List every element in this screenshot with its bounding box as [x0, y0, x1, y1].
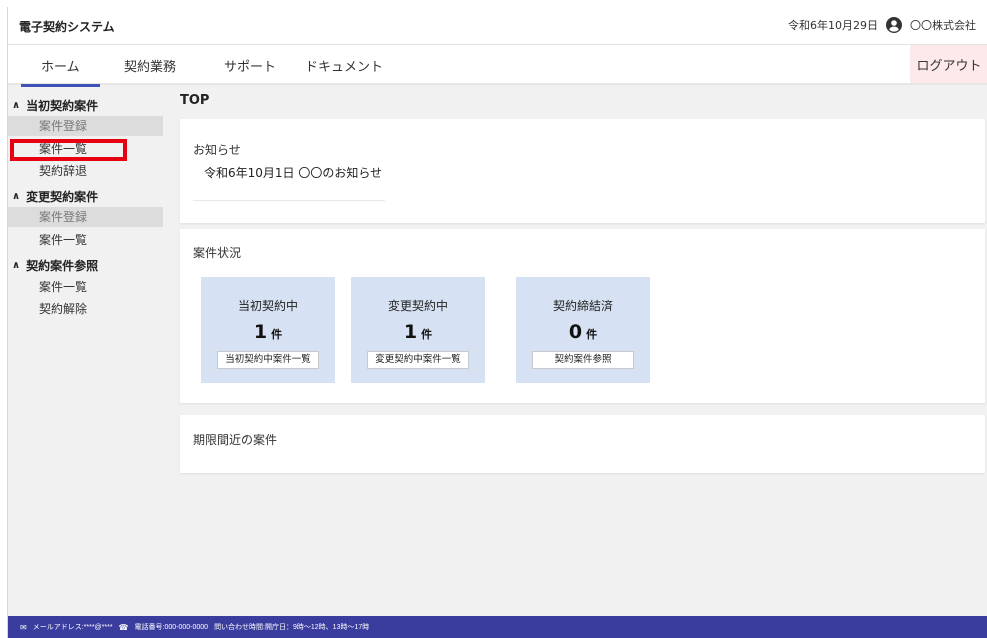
- contract-reference-button[interactable]: 契約案件参照: [532, 351, 634, 369]
- app-title: 電子契約システム: [19, 20, 115, 34]
- top-header: 電子契約システム 令和6年10月29日 〇〇株式会社: [8, 7, 987, 45]
- count-unit: 件: [421, 328, 433, 341]
- count-value: 1: [403, 321, 418, 343]
- status-box-change: 変更契約中 1件 変更契約中案件一覧: [351, 277, 485, 383]
- sidebar-group-reference[interactable]: ∧ 契約案件参照: [12, 257, 98, 274]
- notice-card: お知らせ 令和6年10月1日 〇〇のお知らせ: [180, 119, 985, 223]
- status-box-initial: 当初契約中 1件 当初契約中案件一覧: [201, 277, 335, 383]
- app-window: 電子契約システム 令和6年10月29日 〇〇株式会社 ホーム 契約業務 サポート…: [7, 7, 987, 638]
- status-label: 当初契約中: [237, 299, 298, 313]
- status-count: 1件: [201, 321, 335, 343]
- tab-home[interactable]: ホーム: [21, 56, 100, 87]
- footer-email: メールアドレス:****@****: [32, 624, 113, 631]
- deadline-card: 期限間近の案件: [180, 415, 985, 473]
- page-title: TOP: [180, 93, 210, 108]
- sidebar-group-label: 契約案件参照: [26, 259, 99, 273]
- sidebar: ∧ 当初契約案件 案件登録 案件一覧 契約辞退 ∧ 変更契約案件 案件登録 案件…: [8, 87, 163, 618]
- current-date: 令和6年10月29日: [788, 19, 878, 32]
- sidebar-item-initial-decline[interactable]: 契約辞退: [8, 161, 163, 181]
- main-nav: ホーム 契約業務 サポート ドキュメント ログアウト: [8, 45, 987, 87]
- chevron-up-icon: ∧: [12, 260, 21, 271]
- logout-button[interactable]: ログアウト: [910, 45, 987, 83]
- count-value: 0: [568, 321, 583, 343]
- notice-title: お知らせ: [193, 143, 241, 157]
- status-box-concluded: 契約締結済 0件 契約案件参照: [516, 277, 650, 383]
- deadline-title: 期限間近の案件: [193, 433, 278, 447]
- sidebar-item-reference-list[interactable]: 案件一覧: [8, 277, 163, 297]
- chevron-up-icon: ∧: [12, 191, 21, 202]
- tab-documents[interactable]: ドキュメント: [305, 56, 383, 75]
- status-card: 案件状況 当初契約中 1件 当初契約中案件一覧 変更契約中 1件 変更契約中案件…: [180, 229, 985, 403]
- footer: ✉ メールアドレス:****@**** ☎ 電話番号:000-000-0000 …: [8, 616, 987, 638]
- sidebar-group-initial[interactable]: ∧ 当初契約案件: [12, 97, 98, 114]
- status-title: 案件状況: [193, 246, 242, 260]
- notice-item[interactable]: 令和6年10月1日 〇〇のお知らせ: [204, 164, 382, 181]
- footer-hours: 問い合わせ時間:開庁日：9時～12時、13時～17時: [214, 624, 370, 631]
- divider: [193, 200, 385, 201]
- footer-phone: 電話番号:000-000-0000: [134, 624, 209, 631]
- tab-contract-work[interactable]: 契約業務: [124, 56, 176, 75]
- highlight-annotation: [10, 139, 127, 161]
- sidebar-item-contract-cancel[interactable]: 契約解除: [8, 299, 163, 319]
- count-unit: 件: [271, 328, 283, 341]
- tab-support[interactable]: サポート: [224, 56, 276, 75]
- status-label: 契約締結済: [552, 299, 613, 313]
- status-label: 変更契約中: [387, 299, 448, 313]
- header-user-area: 令和6年10月29日 〇〇株式会社: [788, 17, 976, 33]
- mail-icon: ✉: [20, 622, 27, 632]
- phone-icon: ☎: [118, 622, 129, 632]
- status-count: 0件: [516, 321, 650, 343]
- count-unit: 件: [586, 328, 598, 341]
- count-value: 1: [253, 321, 268, 343]
- sidebar-group-label: 変更契約案件: [26, 190, 99, 204]
- change-contract-list-button[interactable]: 変更契約中案件一覧: [367, 351, 469, 369]
- sidebar-item-change-register: 案件登録: [8, 207, 163, 227]
- status-count: 1件: [351, 321, 485, 343]
- chevron-up-icon: ∧: [12, 100, 21, 111]
- initial-contract-list-button[interactable]: 当初契約中案件一覧: [217, 351, 319, 369]
- sidebar-group-label: 当初契約案件: [26, 99, 99, 113]
- user-circle-icon[interactable]: [886, 17, 902, 33]
- sidebar-item-change-list[interactable]: 案件一覧: [8, 230, 163, 250]
- sidebar-item-initial-register: 案件登録: [8, 116, 163, 136]
- sidebar-group-change[interactable]: ∧ 変更契約案件: [12, 188, 98, 205]
- company-name: 〇〇株式会社: [910, 19, 976, 32]
